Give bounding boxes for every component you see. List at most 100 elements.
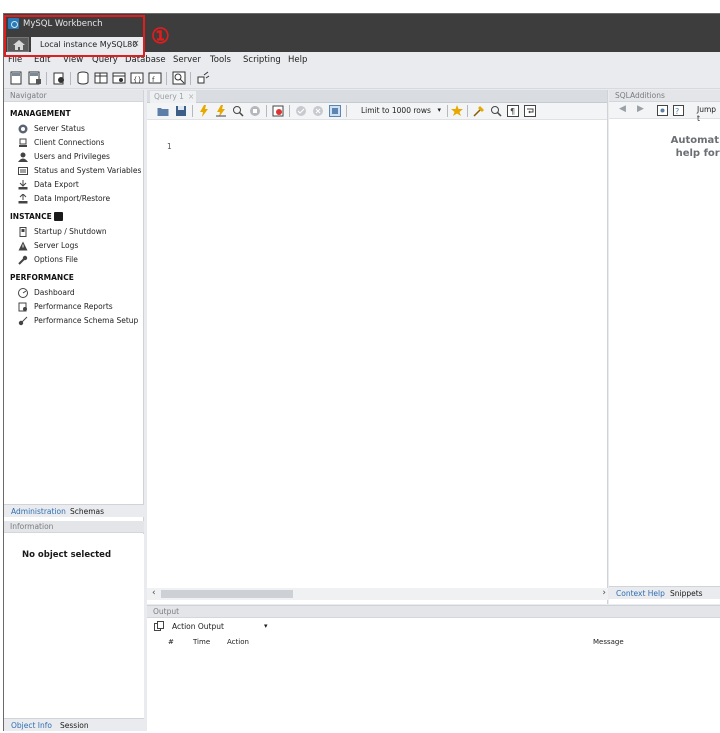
- explain-icon[interactable]: [232, 105, 244, 117]
- rollback-icon[interactable]: [312, 105, 324, 117]
- menu-scripting[interactable]: Scripting: [243, 55, 281, 65]
- create-schema-icon[interactable]: [76, 71, 90, 85]
- open-sql-script-icon[interactable]: [28, 71, 42, 85]
- limit-rows-select[interactable]: Limit to 1000 rows ▾: [357, 105, 441, 117]
- instance-status-icon: [54, 212, 63, 221]
- create-procedure-icon[interactable]: {}: [130, 71, 144, 85]
- toolbar-separator: [346, 105, 347, 117]
- menu-server[interactable]: Server: [173, 55, 201, 65]
- stop-icon[interactable]: [249, 105, 261, 117]
- word-wrap-icon[interactable]: [524, 105, 536, 117]
- dashboard-icon: [18, 288, 28, 298]
- find-icon[interactable]: [490, 105, 502, 117]
- execute-current-icon[interactable]: [215, 105, 227, 117]
- sql-additions-header: SQLAdditions: [609, 90, 720, 102]
- schema-setup-icon: [18, 316, 28, 326]
- information-body: No object selected: [4, 534, 144, 726]
- startup-shutdown-icon: [19, 227, 27, 237]
- column-time: Time: [193, 638, 211, 646]
- save-icon[interactable]: [175, 105, 187, 117]
- menu-edit[interactable]: Edit: [34, 55, 50, 65]
- reports-icon: [18, 302, 27, 312]
- chevron-down-icon: ▾: [437, 106, 441, 114]
- main-toolbar: {} f: [4, 68, 720, 89]
- performance-title: PERFORMANCE: [10, 273, 74, 282]
- menu-tools[interactable]: Tools: [210, 55, 231, 65]
- toolbar-separator: [166, 72, 167, 85]
- tab-object-info[interactable]: Object Info: [11, 721, 52, 730]
- toolbar-separator: [190, 72, 191, 85]
- auto-help-icon[interactable]: ?: [673, 105, 684, 116]
- autocommit-icon[interactable]: [329, 105, 341, 117]
- navigator-panel: Navigator MANAGEMENT Server Status Clien…: [4, 90, 144, 731]
- output-column-headers: # Time Action Message: [147, 638, 720, 648]
- nav-label: Server Status: [34, 124, 85, 133]
- close-icon[interactable]: ×: [188, 92, 194, 101]
- line-number: 1: [167, 142, 172, 151]
- new-sql-tab-icon[interactable]: [10, 71, 24, 85]
- chevron-left-icon[interactable]: ‹: [152, 588, 156, 598]
- execute-icon[interactable]: [198, 105, 210, 117]
- search-table-data-icon[interactable]: [172, 71, 186, 85]
- toolbar-separator: [289, 105, 290, 117]
- server-status-icon: [18, 124, 28, 134]
- nav-label: Status and System Variables: [34, 166, 142, 175]
- close-icon[interactable]: ×: [132, 39, 140, 49]
- output-panel: Output Action Output ▾ # Time Action Mes…: [147, 605, 720, 731]
- svg-text:{}: {}: [133, 76, 142, 84]
- create-table-icon[interactable]: [94, 71, 108, 85]
- add-snippet-icon[interactable]: [451, 105, 463, 117]
- toggle-error-icon[interactable]: [272, 105, 284, 117]
- create-function-icon[interactable]: f: [148, 71, 162, 85]
- horizontal-scrollbar[interactable]: ‹ ›: [147, 588, 608, 600]
- nav-label: Data Export: [34, 180, 79, 189]
- tab-session[interactable]: Session: [60, 721, 89, 730]
- instance-title: INSTANCE: [10, 212, 63, 221]
- info-tabs: Object Info Session: [4, 718, 144, 731]
- tab-administration[interactable]: Administration: [11, 507, 66, 516]
- copy-icon[interactable]: [154, 621, 164, 631]
- nav-label: Performance Reports: [34, 302, 113, 311]
- forward-icon[interactable]: ▶: [637, 104, 644, 114]
- home-tab[interactable]: [7, 37, 29, 52]
- workbench-window: MySQL Workbench Local instance MySQL80 ×…: [3, 13, 720, 731]
- back-icon[interactable]: ◀: [619, 104, 626, 114]
- management-title: MANAGEMENT: [10, 109, 71, 118]
- tab-local-instance[interactable]: Local instance MySQL80 ×: [31, 37, 143, 52]
- create-view-icon[interactable]: [112, 71, 126, 85]
- column-message: Message: [593, 638, 624, 646]
- navigator-tabs: Administration Schemas: [4, 504, 144, 517]
- menu-file[interactable]: File: [8, 55, 22, 65]
- menu-database[interactable]: Database: [125, 55, 166, 65]
- commit-icon[interactable]: [295, 105, 307, 117]
- tab-snippets[interactable]: Snippets: [670, 589, 703, 598]
- tab-label: Local instance MySQL80: [40, 40, 138, 49]
- menu-query[interactable]: Query: [92, 55, 118, 65]
- context-help-line: help for the cu: [675, 148, 720, 159]
- nav-label: Users and Privileges: [34, 152, 110, 161]
- output-header: Output: [147, 606, 720, 618]
- output-type-select[interactable]: Action Output ▾: [169, 621, 269, 633]
- invisible-chars-icon[interactable]: ¶: [507, 105, 519, 117]
- scrollbar-thumb[interactable]: [161, 590, 293, 598]
- nav-label: Options File: [34, 255, 78, 264]
- connection-tab-bar: Local instance MySQL80 ×: [4, 35, 720, 52]
- svg-text:?: ?: [675, 107, 679, 116]
- jump-to-label[interactable]: Jump t: [697, 105, 720, 123]
- chevron-right-icon[interactable]: ›: [602, 588, 606, 598]
- manual-help-icon[interactable]: [657, 105, 668, 116]
- output-type-value: Action Output: [172, 622, 224, 631]
- open-file-icon[interactable]: [157, 105, 169, 117]
- beautify-icon[interactable]: [473, 105, 485, 117]
- menu-help[interactable]: Help: [288, 55, 307, 65]
- menu-view[interactable]: View: [63, 55, 83, 65]
- reconnect-icon[interactable]: [196, 71, 210, 85]
- tab-query-1[interactable]: Query 1 ×: [150, 91, 196, 103]
- information-header: Information: [4, 521, 144, 533]
- schema-inspector-icon[interactable]: [52, 71, 66, 85]
- tab-schemas[interactable]: Schemas: [70, 507, 104, 516]
- tab-context-help[interactable]: Context Help: [616, 589, 665, 598]
- nav-label: Data Import/Restore: [34, 194, 111, 203]
- mysql-workbench-icon: [8, 18, 19, 29]
- nav-label: Performance Schema Setup: [34, 316, 139, 325]
